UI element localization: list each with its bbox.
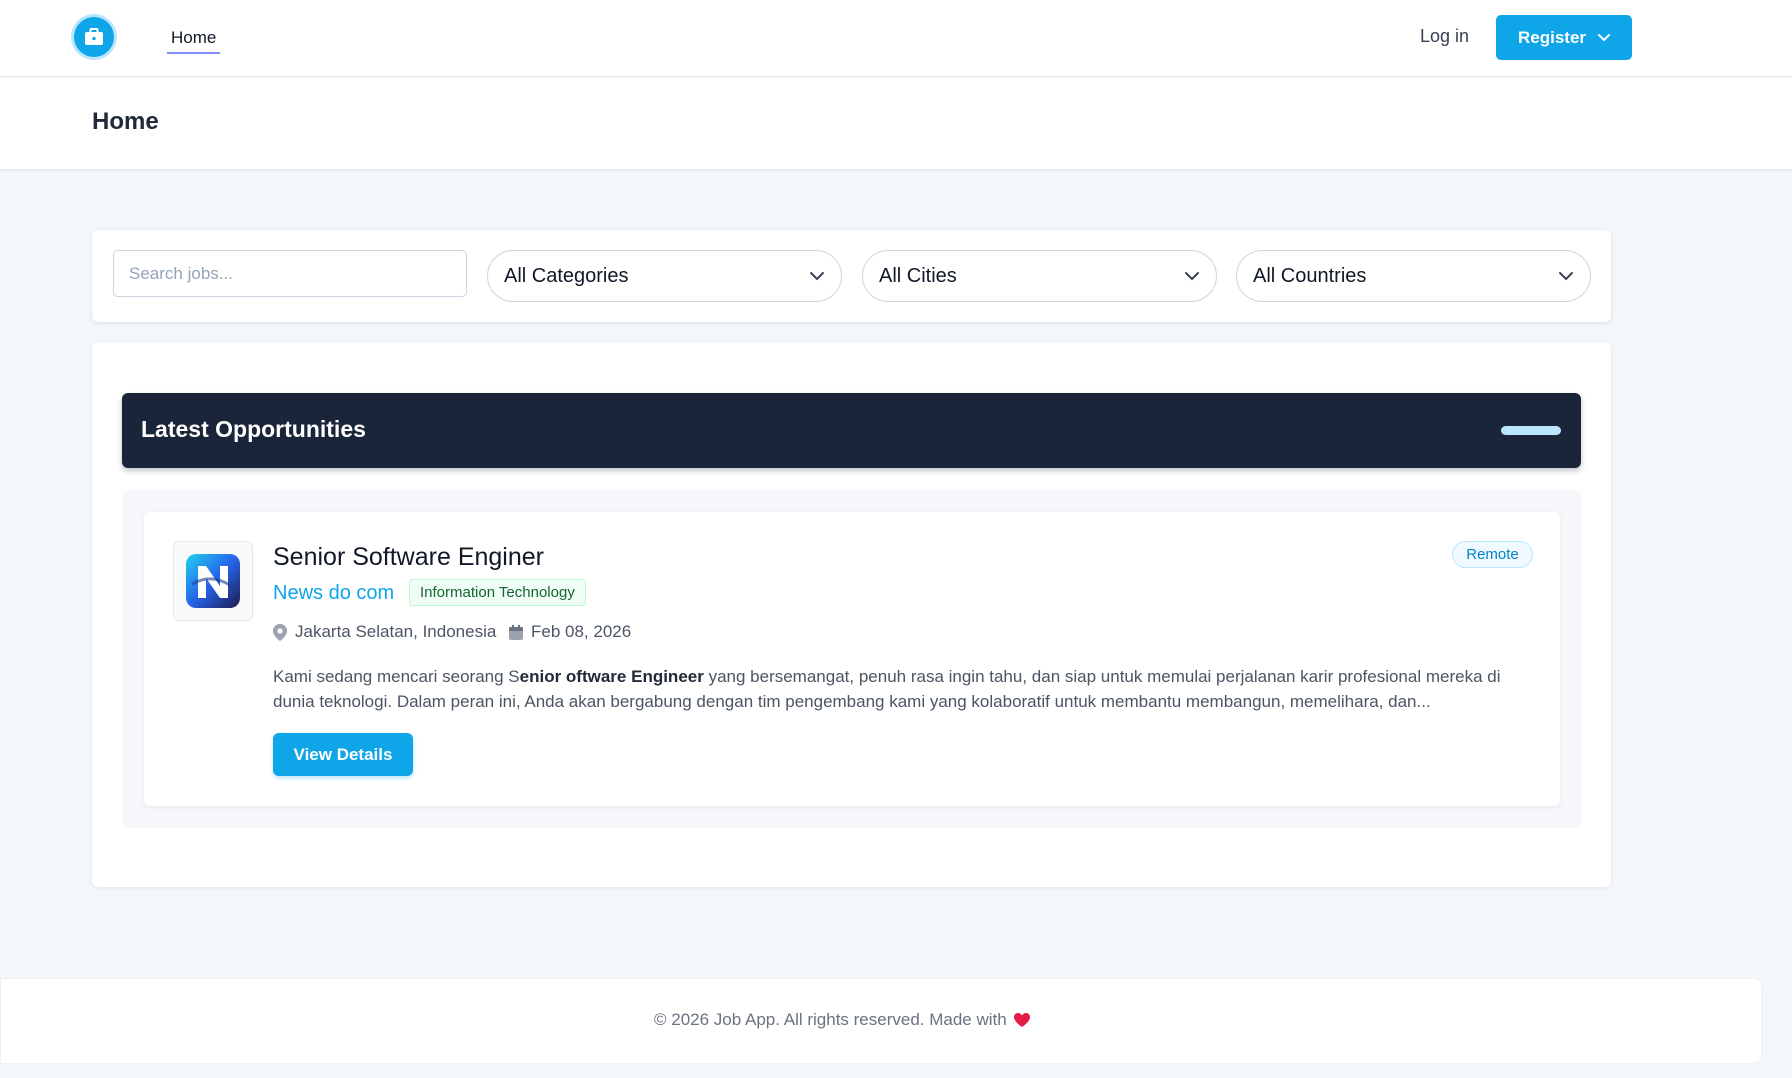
footer-copyright: © 2026 Job App. All rights reserved. Mad… xyxy=(654,1010,1031,1030)
company-logo xyxy=(173,541,253,621)
section-banner: Latest Opportunities xyxy=(122,393,1581,468)
chevron-down-icon xyxy=(1598,33,1611,41)
work-type-badge: Remote xyxy=(1452,541,1533,568)
filter-bar: All Categories All Cities All Countries xyxy=(92,230,1611,322)
company-name[interactable]: News do com xyxy=(273,582,394,605)
category-select-value: All Categories xyxy=(504,264,629,287)
description-text: yang bersemangat, penuh rasa ingin tahu,… xyxy=(703,667,1501,686)
chevron-down-icon xyxy=(810,272,824,281)
register-button[interactable]: Register xyxy=(1496,15,1632,60)
chevron-down-icon xyxy=(1185,272,1199,281)
page-header: Home xyxy=(0,78,1792,170)
company-logo-icon xyxy=(186,554,240,608)
description-text: dunia teknologi. Dalam peran ini, Anda a… xyxy=(273,692,1431,711)
login-link[interactable]: Log in xyxy=(1420,26,1469,47)
calendar-icon xyxy=(509,624,523,640)
footer: © 2026 Job App. All rights reserved. Mad… xyxy=(0,978,1762,1064)
chevron-down-icon xyxy=(1559,272,1573,281)
footer-text: © 2026 Job App. All rights reserved. Mad… xyxy=(654,1010,1007,1029)
search-input[interactable] xyxy=(113,250,467,297)
category-badge: Information Technology xyxy=(409,579,586,606)
location-text: Jakarta Selatan, Indonesia xyxy=(295,622,497,641)
job-description: Kami sedang mencari seorang Senior oftwa… xyxy=(273,664,1523,714)
job-list: Senior Software Enginer News do com Info… xyxy=(122,490,1581,828)
view-details-button[interactable]: View Details xyxy=(273,733,413,776)
job-listing-section: Latest Opportunities Senior Software Eng… xyxy=(92,342,1611,887)
job-card: Senior Software Enginer News do com Info… xyxy=(143,511,1561,807)
nav-link-home[interactable]: Home xyxy=(167,24,221,54)
country-select[interactable]: All Countries xyxy=(1236,250,1591,302)
register-label: Register xyxy=(1517,27,1587,47)
date-text: Feb 08, 2026 xyxy=(531,622,632,641)
briefcase-logo-icon[interactable] xyxy=(74,17,114,57)
country-select-value: All Countries xyxy=(1253,264,1367,287)
job-date: Feb 08, 2026 xyxy=(509,622,631,642)
description-highlight: enior oftware Engineer xyxy=(519,667,704,686)
page-title: Home xyxy=(92,108,159,135)
banner-decoration xyxy=(1501,426,1561,435)
section-title: Latest Opportunities xyxy=(141,416,366,442)
map-pin-icon xyxy=(273,623,287,641)
city-select-value: All Cities xyxy=(879,264,957,287)
category-select[interactable]: All Categories xyxy=(487,250,842,302)
city-select[interactable]: All Cities xyxy=(862,250,1217,302)
navbar: Home Log in Register xyxy=(0,0,1792,77)
job-location: Jakarta Selatan, Indonesia xyxy=(273,622,496,642)
description-text: Kami sedang mencari seorang S xyxy=(273,667,520,686)
heart-icon xyxy=(1013,1013,1030,1027)
job-title[interactable]: Senior Software Enginer xyxy=(273,543,544,572)
